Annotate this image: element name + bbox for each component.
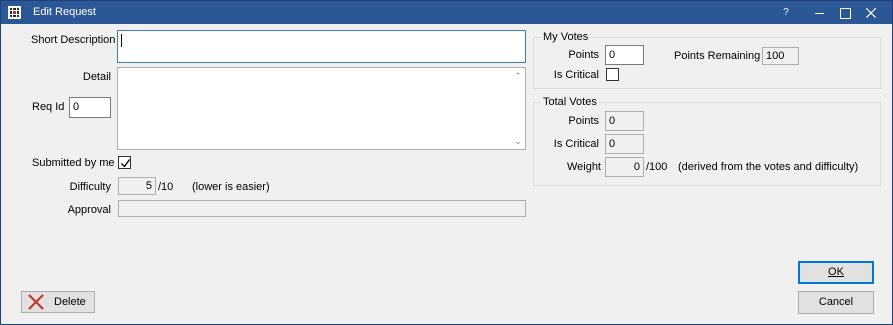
detail-scrollbar[interactable]: ⌃ ⌄ (511, 68, 525, 149)
total-votes-is-critical-value: 0 (605, 134, 644, 154)
difficulty-input: 5 (118, 177, 156, 195)
points-remaining-label: Points Remaining (674, 50, 761, 62)
approval-input (118, 200, 526, 217)
detail-textarea[interactable]: ⌃ ⌄ (117, 67, 526, 150)
difficulty-label: Difficulty (69, 181, 111, 193)
short-description-label: Short Description (31, 34, 116, 46)
submitted-by-me-label: Submitted by me (32, 157, 115, 169)
app-grid-icon (8, 6, 21, 19)
difficulty-suffix: /10 (158, 181, 174, 193)
weight-label: Weight (566, 161, 601, 173)
cancel-button[interactable]: Cancel (798, 291, 874, 314)
my-votes-group (533, 37, 881, 89)
window-title: Edit Request (33, 6, 96, 18)
detail-label: Detail (82, 71, 111, 83)
close-icon (866, 8, 876, 18)
delete-button-label: Delete (54, 296, 86, 308)
ok-button-label: OK (828, 266, 844, 278)
weight-value: 0 (605, 157, 644, 177)
checkmark-icon (121, 159, 131, 168)
ok-button[interactable]: OK (798, 261, 874, 284)
help-button[interactable]: ? (772, 1, 800, 24)
req-id-input[interactable]: 0 (69, 97, 111, 118)
my-votes-points-input[interactable]: 0 (605, 45, 644, 65)
weight-hint: (derived from the votes and difficulty) (678, 161, 859, 173)
total-votes-points-label: Points (568, 115, 599, 127)
my-votes-is-critical-checkbox[interactable] (606, 68, 619, 81)
delete-x-icon (28, 294, 44, 310)
scroll-up-icon[interactable]: ⌃ (511, 69, 525, 83)
my-votes-points-label: Points (568, 49, 599, 61)
total-votes-is-critical-label: Is Critical (553, 138, 599, 150)
submitted-by-me-checkbox[interactable] (118, 156, 131, 169)
approval-label: Approval (67, 204, 111, 216)
maximize-button[interactable] (831, 1, 859, 24)
delete-button[interactable]: Delete (21, 291, 95, 313)
text-caret (121, 33, 122, 47)
total-votes-points-value: 0 (605, 111, 644, 131)
minimize-button[interactable] (806, 1, 834, 24)
short-description-input[interactable] (117, 30, 526, 63)
cancel-button-label: Cancel (818, 296, 854, 308)
difficulty-hint: (lower is easier) (192, 181, 270, 193)
close-button[interactable] (857, 1, 885, 24)
my-votes-title: My Votes (541, 31, 591, 43)
total-votes-title: Total Votes (541, 96, 599, 108)
points-remaining-value: 100 (762, 47, 799, 65)
my-votes-is-critical-label: Is Critical (553, 69, 599, 81)
scroll-down-icon[interactable]: ⌄ (511, 134, 525, 148)
weight-suffix: /100 (646, 161, 668, 173)
req-id-label: Req Id (32, 101, 65, 113)
title-bar[interactable]: Edit Request ? (1, 1, 892, 24)
edit-request-window: Edit Request ? Short Description Detail … (0, 0, 893, 325)
